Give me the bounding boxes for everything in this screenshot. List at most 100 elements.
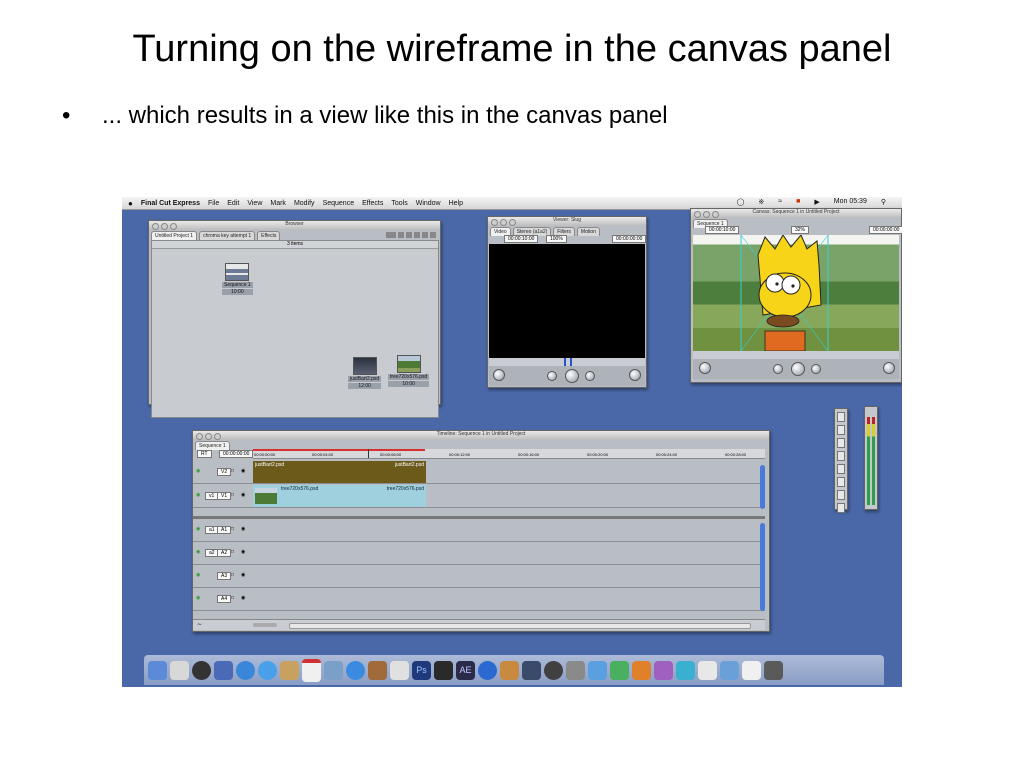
menu-file[interactable]: File [208,200,219,207]
track-visibility-icon[interactable]: ◉ [196,492,200,498]
lock-icon[interactable]: □ [231,595,234,601]
ripple-tool-icon[interactable] [837,451,845,461]
after-effects-icon[interactable]: AE [456,660,475,680]
menu-app-name[interactable]: Final Cut Express [141,200,200,207]
view-list-button[interactable] [398,232,404,238]
edit-selection-tool-icon[interactable] [837,425,845,435]
powerpoint-icon[interactable] [632,660,651,680]
viewer-image-area[interactable] [489,244,645,358]
rt-popup[interactable]: RT [197,450,212,458]
track-audible-icon[interactable]: ◉ [196,549,200,555]
track-a1[interactable]: ◉ a1 A1 □ ◉ [193,519,765,542]
lock-icon[interactable]: □ [231,572,234,578]
previous-edit-icon[interactable] [773,364,783,374]
lock-icon[interactable]: □ [231,468,234,474]
address-book-icon[interactable] [280,660,299,680]
sync-icon[interactable]: ◯ [737,198,745,206]
track-visibility-icon[interactable]: ◉ [196,468,200,474]
track-audible-icon[interactable]: ◉ [196,595,200,601]
next-edit-icon[interactable] [585,371,595,381]
view-large-button[interactable] [414,232,420,238]
track-audible-icon[interactable]: ◉ [196,526,200,532]
track-a4[interactable]: ◉ A4 □ ◉ [193,588,765,611]
jog-control-icon[interactable] [699,362,711,374]
menu-window[interactable]: Window [416,200,441,207]
playhead-marker[interactable] [564,358,566,366]
razor-tool-icon[interactable] [837,464,845,474]
track-label-a2[interactable]: A2 [217,549,232,557]
play-icon[interactable] [565,369,579,383]
track-label-v2[interactable]: V2 [217,468,232,476]
clip-justbart[interactable]: justBart2.psd 12:00 [348,357,382,389]
shuttle-control-icon[interactable] [883,362,895,374]
close-icon[interactable] [694,211,701,218]
ical-icon[interactable] [302,658,321,682]
apple-icon[interactable]: ● [128,199,133,208]
bluetooth-icon[interactable]: ※ [758,198,764,206]
auto-select-icon[interactable]: ◉ [241,468,245,474]
canvas-duration-timecode[interactable]: 00:00:10:00 [705,226,740,234]
minimize-icon[interactable] [703,211,710,218]
minimize-icon[interactable] [500,219,507,226]
trash-icon[interactable] [764,660,783,680]
system-preferences-icon[interactable] [566,660,585,680]
downloads-folder-icon[interactable] [742,660,761,680]
tab-effects[interactable]: Effects [257,231,281,240]
flag-icon[interactable]: ■ [796,198,800,206]
clip-overlays-icon[interactable]: ∼ [197,621,202,628]
volume-icon[interactable]: ▶ [814,198,819,206]
viewer-duration-timecode[interactable]: 00:00:10:00 [504,235,539,243]
view-icon-button[interactable] [386,232,396,238]
zoom-icon[interactable] [214,433,221,440]
track-label-v1[interactable]: V1 [217,492,232,500]
view-medium-button[interactable] [406,232,412,238]
playhead[interactable] [368,449,369,458]
shuttle-control-icon[interactable] [629,369,641,381]
menu-effects[interactable]: Effects [362,200,383,207]
canvas-titlebar[interactable]: Canvas: Sequence 1 in Untitled Project [691,209,901,218]
documents-icon[interactable] [698,660,717,680]
auto-select-icon[interactable]: ◉ [241,526,245,532]
expose-icon[interactable] [522,660,541,680]
messenger-icon[interactable] [676,660,695,680]
previous-edit-icon[interactable] [547,371,557,381]
canvas-image-area[interactable] [693,235,899,351]
clock[interactable]: Mon 05:39 [834,198,867,206]
zoom-icon[interactable] [712,211,719,218]
menu-mark[interactable]: Mark [270,200,286,207]
menu-sequence[interactable]: Sequence [323,200,355,207]
pen-tool-icon[interactable] [837,503,845,513]
entourage-icon[interactable] [654,660,673,680]
menu-edit[interactable]: Edit [227,200,239,207]
next-edit-icon[interactable] [811,364,821,374]
minimize-icon[interactable] [205,433,212,440]
applications-folder-icon[interactable] [720,660,739,680]
track-a3[interactable]: ◉ A3 □ ◉ [193,565,765,588]
play-icon[interactable] [791,362,805,376]
track-selection-tool-icon[interactable] [837,438,845,448]
browser-window[interactable]: Browser Untitled Project 1 chroma key at… [148,220,441,418]
viewer-current-timecode[interactable]: 00:00:00:00 [612,235,647,243]
quicktime-icon[interactable] [478,660,497,680]
clip-justbart-v2[interactable]: justBart2.psd justBart2.psd [253,461,426,483]
wifi-icon[interactable]: ≈ [778,198,782,206]
photo-browser-icon[interactable] [368,660,387,680]
browser-titlebar[interactable]: Browser [149,221,440,230]
clip-tree[interactable]: tree720x576.psd 10:00 [388,355,430,387]
tab-sequence[interactable]: Sequence 1 [195,441,230,450]
tab-untitled-project[interactable]: Untitled Project 1 [151,231,198,240]
final-cut-icon[interactable] [434,660,453,680]
ichat-icon[interactable] [258,660,277,680]
menu-tools[interactable]: Tools [391,200,407,207]
viewer-scrubber[interactable] [489,358,645,366]
auto-select-icon[interactable]: ◉ [241,572,245,578]
finder-icon[interactable] [148,660,167,680]
spotlight-icon[interactable]: ⚲ [881,198,886,206]
close-icon[interactable] [152,223,159,230]
dvd-player-icon[interactable] [544,660,563,680]
zoom-slider[interactable] [253,623,277,627]
clip-tree-v1[interactable]: tree720x576.psd tree720x576.psd [253,485,426,507]
view-small-button[interactable] [422,232,428,238]
menu-help[interactable]: Help [449,200,463,207]
track-v1[interactable]: ◉ v1 V1 □ ◉ tree720x576.psd tree720x576.… [193,485,765,508]
